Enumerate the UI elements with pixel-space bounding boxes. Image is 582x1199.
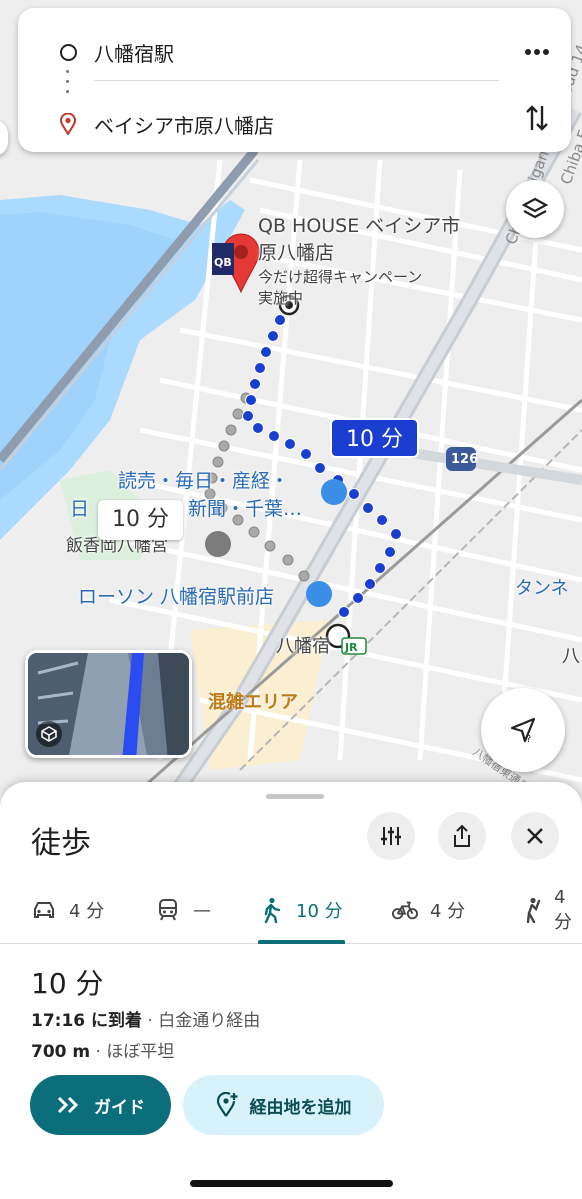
- ride-icon: [520, 897, 542, 923]
- double-chevron-icon: [57, 1096, 79, 1114]
- route-dots-icon: [66, 70, 70, 96]
- swap-route-button[interactable]: [517, 98, 557, 138]
- car-icon: [31, 897, 57, 923]
- route-via: · 白金通り経由: [142, 1011, 261, 1031]
- share-button[interactable]: [438, 812, 486, 860]
- bicycle-icon: [392, 897, 418, 923]
- route-elevation: · ほぼ平坦: [90, 1042, 175, 1062]
- guide-label: ガイド: [94, 1097, 145, 1118]
- destination-field[interactable]: ベイシア市原八幡店: [94, 110, 274, 139]
- location-arrow-icon: ?: [510, 717, 536, 745]
- place-label-newspaper-line2-left[interactable]: 日: [70, 498, 89, 520]
- walk-icon: [258, 897, 284, 923]
- route-options-button[interactable]: [367, 812, 415, 860]
- tune-icon: [381, 827, 401, 845]
- tab-transit[interactable]: —: [155, 876, 211, 944]
- origin-circle-icon: [58, 42, 78, 62]
- drag-handle[interactable]: [266, 794, 324, 799]
- route-distance: 700 m: [31, 1042, 91, 1062]
- tab-ride-label: 4 分: [554, 886, 572, 933]
- close-button[interactable]: [511, 812, 559, 860]
- route-search-card: 八幡宿駅 ベイシア市原八幡店: [18, 8, 571, 152]
- jr-badge: JR: [345, 641, 358, 654]
- layers-icon: [521, 197, 549, 219]
- place-label-station[interactable]: 八幡宿: [276, 636, 330, 658]
- share-icon: [454, 824, 470, 847]
- route-time-bubble[interactable]: 10 分: [330, 418, 419, 458]
- place-label-right2[interactable]: 八: [562, 646, 580, 668]
- tab-bicycle-label: 4 分: [430, 901, 466, 922]
- travel-mode-tabs: 4 分 — 10 分 4 分 4 分: [0, 876, 582, 944]
- origin-row[interactable]: 八幡宿駅: [18, 28, 571, 76]
- card-divider: [94, 80, 499, 81]
- street-view-cube-icon: [36, 721, 62, 747]
- tab-bicycle[interactable]: 4 分: [392, 876, 465, 944]
- place-label-newspaper[interactable]: 読売・毎日・産経・: [118, 470, 289, 492]
- start-guide-button[interactable]: ガイド: [30, 1075, 171, 1135]
- add-location-icon: [216, 1092, 237, 1117]
- place-label-newspaper-line2[interactable]: 新聞・千葉…: [188, 498, 302, 520]
- tab-ride[interactable]: 4 分: [520, 876, 582, 944]
- route-duration: 10 分: [31, 967, 104, 1000]
- layers-button[interactable]: [506, 180, 564, 238]
- train-icon: [155, 897, 181, 923]
- svg-text:?: ?: [526, 734, 531, 745]
- qb-logo: QB: [214, 256, 232, 269]
- distance-info: 700 m · ほぼ平坦: [31, 1037, 174, 1062]
- more-dots-icon: [525, 49, 549, 55]
- origin-field[interactable]: 八幡宿駅: [94, 38, 174, 67]
- tab-drive[interactable]: 4 分: [31, 876, 104, 944]
- tab-transit-label: —: [193, 899, 211, 921]
- map-view[interactable]: QB HOUSE ベイシア市 原八幡店 今だけ超得キャンペーン 実施中 QB 読…: [0, 0, 582, 830]
- my-location-button[interactable]: ?: [481, 688, 565, 772]
- street-view-thumbnail[interactable]: [25, 650, 192, 758]
- promo-label-line1: 今だけ超得キャンペーン: [258, 268, 423, 286]
- destination-pin-small-icon: [58, 113, 78, 135]
- place-label-right[interactable]: タンネ: [515, 578, 569, 600]
- more-options-button[interactable]: [517, 32, 557, 72]
- route-number-shield: 126: [451, 452, 479, 467]
- tab-drive-label: 4 分: [69, 901, 105, 922]
- place-label-qb[interactable]: QB HOUSE ベイシア市: [258, 215, 460, 237]
- home-indicator: [190, 1180, 393, 1187]
- place-label-lawson[interactable]: ローソン 八幡宿駅前店: [78, 586, 274, 608]
- arrival-time: 17:16 に到着: [31, 1011, 143, 1031]
- directions-sheet: 徒歩 4 分 — 10 分 4 分 4 分 10 分 17:16 に到着 · 白…: [0, 782, 582, 1199]
- close-icon: [527, 828, 543, 844]
- active-tab-indicator: [258, 940, 345, 944]
- congestion-label: 混雑エリア: [208, 692, 298, 713]
- tab-walk[interactable]: 10 分: [258, 876, 343, 944]
- tab-walk-label: 10 分: [296, 901, 343, 922]
- destination-row[interactable]: ベイシア市原八幡店: [18, 100, 571, 148]
- arrival-info: 17:16 に到着 · 白金通り経由: [31, 1006, 260, 1031]
- add-stop-button[interactable]: 経由地を追加: [183, 1075, 384, 1135]
- travel-mode-title: 徒歩: [31, 826, 91, 861]
- swap-arrows-icon: [526, 105, 548, 131]
- promo-label-line2: 実施中: [258, 289, 304, 307]
- alt-route-time-bubble[interactable]: 10 分: [98, 500, 183, 540]
- place-label-qb-line2[interactable]: 原八幡店: [258, 242, 334, 264]
- add-stop-label: 経由地を追加: [249, 1097, 352, 1118]
